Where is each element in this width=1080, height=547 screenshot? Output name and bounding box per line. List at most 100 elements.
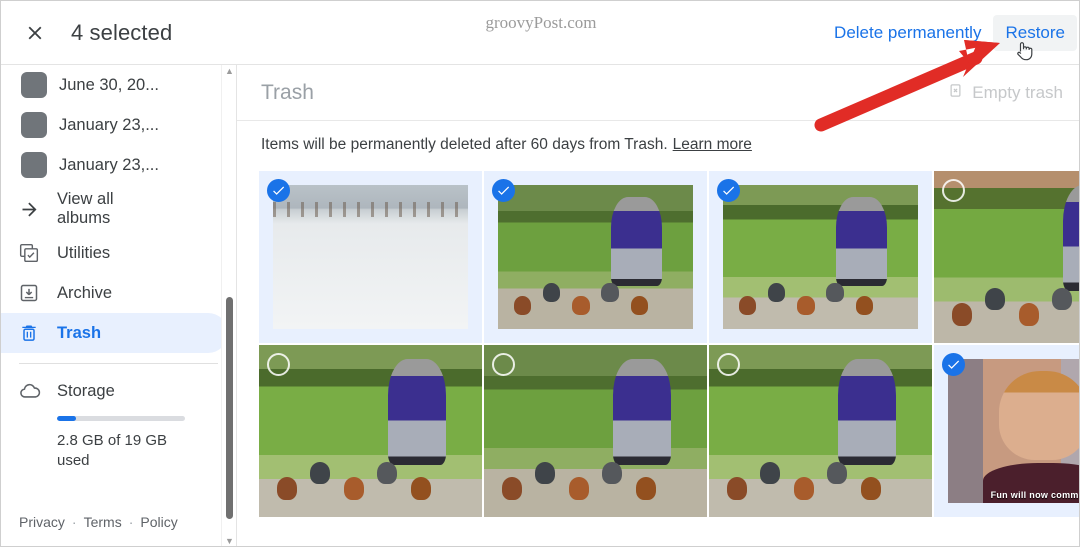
chicken-figure — [602, 461, 623, 485]
chicken-figure — [738, 295, 757, 315]
circle-unselected-icon[interactable] — [492, 353, 515, 376]
sidebar-item-label: Trash — [57, 323, 102, 342]
sidebar-item-trash[interactable]: Trash — [1, 313, 228, 353]
circle-unselected-icon[interactable] — [942, 179, 965, 202]
footer-separator: · — [128, 514, 134, 530]
photo-tile-woman-feeding-chickens-4[interactable] — [259, 345, 482, 517]
chicken-figure — [501, 477, 522, 500]
photo-tile-tv-show-meme-photo[interactable]: Fun will now commence — [934, 345, 1079, 517]
checkmark-selected-icon[interactable] — [492, 179, 515, 202]
checkmark-selected-icon[interactable] — [267, 179, 290, 202]
chicken-figure — [630, 295, 649, 315]
chicken-figure — [855, 295, 874, 315]
sidebar-item-archive[interactable]: Archive — [1, 273, 228, 313]
sidebar-scrollbar-thumb[interactable] — [226, 297, 233, 519]
storage-label: Storage — [57, 381, 115, 400]
sidebar-album-label: January 23,... — [59, 155, 159, 174]
sidebar-item-utilities[interactable]: Utilities — [1, 233, 228, 273]
cloud-icon — [19, 380, 57, 402]
sidebar-divider — [19, 363, 218, 364]
photo-tile-woman-feeding-chickens-5[interactable] — [484, 345, 707, 517]
chicken-figure — [535, 461, 556, 485]
photo-tile-woman-feeding-chickens-1[interactable] — [484, 171, 707, 343]
privacy-link[interactable]: Privacy — [19, 514, 65, 530]
chicken-figure — [343, 477, 364, 500]
photo-thumbnail: Fun will now commence — [948, 359, 1079, 503]
checkmark-selected-icon[interactable] — [942, 353, 965, 376]
empty-trash-label: Empty trash — [972, 82, 1063, 102]
sidebar-album-1[interactable]: January 23,... — [1, 105, 236, 145]
sidebar-footer-links: Privacy · Terms · Policy — [19, 514, 178, 530]
selection-toolbar: 4 selected groovyPost.com Delete permane… — [1, 1, 1079, 65]
sidebar-album-label: January 23,... — [59, 115, 159, 134]
sidebar-album-0[interactable]: June 30, 20... — [1, 65, 236, 105]
chicken-figure — [793, 477, 814, 500]
chicken-figure — [985, 287, 1006, 311]
chicken-figure — [797, 295, 815, 315]
album-thumbnail-icon — [21, 112, 47, 138]
storage-progress-fill — [57, 416, 77, 421]
scroll-down-icon[interactable]: ▼ — [225, 537, 234, 546]
empty-trash-icon — [948, 82, 963, 104]
chicken-figure — [410, 477, 431, 500]
chicken-figure — [767, 282, 786, 302]
photo-tile-woman-feeding-chickens-2[interactable] — [709, 171, 932, 343]
main-content: Trash Empty trash Items will be permanen… — [237, 65, 1079, 546]
left-sidebar: June 30, 20... January 23,... January 23… — [1, 65, 237, 546]
photo-thumbnail — [498, 185, 693, 329]
scroll-up-icon[interactable]: ▲ — [225, 67, 234, 76]
delete-permanently-button[interactable]: Delete permanently — [822, 15, 993, 51]
chicken-figure — [276, 477, 297, 500]
chicken-figure — [635, 477, 656, 500]
person-figure — [836, 196, 887, 286]
album-thumbnail-icon — [21, 152, 47, 178]
storage-header[interactable]: Storage — [19, 374, 236, 408]
meme-face — [998, 370, 1079, 460]
chicken-figure — [760, 461, 781, 485]
policy-link[interactable]: Policy — [140, 514, 177, 530]
person-figure — [388, 358, 447, 466]
photo-thumbnail — [259, 345, 482, 517]
chicken-figure — [377, 461, 398, 485]
chicken-figure — [827, 461, 848, 485]
trash-icon — [19, 323, 57, 343]
meme-caption: Fun will now commence — [990, 490, 1079, 500]
sidebar-item-label: Archive — [57, 283, 113, 302]
learn-more-link[interactable]: Learn more — [673, 136, 752, 154]
person-figure — [611, 196, 662, 286]
close-selection-button[interactable] — [13, 11, 57, 55]
photo-tile-snowy-field-photo[interactable] — [259, 171, 482, 343]
storage-usage-text: 2.8 GB of 19 GB used — [57, 432, 168, 470]
chicken-figure — [601, 282, 619, 302]
trash-header: Trash Empty trash — [237, 65, 1079, 121]
photo-tile-woman-feeding-chickens-6[interactable] — [709, 345, 932, 517]
circle-unselected-icon[interactable] — [717, 353, 740, 376]
chicken-figure — [1052, 287, 1073, 311]
close-icon — [24, 22, 46, 44]
person-figure — [613, 358, 672, 466]
chicken-figure — [1018, 303, 1039, 326]
restore-button[interactable]: Restore — [993, 15, 1077, 51]
sidebar-item-view-all-albums[interactable]: View all albums — [1, 185, 236, 233]
photo-grid: Fun will now commence — [259, 171, 1079, 517]
footer-separator: · — [71, 514, 77, 530]
terms-link[interactable]: Terms — [84, 514, 122, 530]
empty-trash-button[interactable]: Empty trash — [948, 82, 1063, 104]
selected-count-label: 4 selected — [71, 19, 173, 45]
photo-tile-woman-feeding-chickens-3[interactable] — [934, 171, 1079, 343]
sidebar-album-2[interactable]: January 23,... — [1, 145, 236, 185]
photo-thumbnail — [709, 345, 932, 517]
arrow-right-icon — [19, 199, 57, 220]
chicken-figure — [572, 295, 590, 315]
chicken-figure — [951, 303, 972, 326]
sidebar-album-label: June 30, 20... — [59, 75, 159, 94]
photo-thumbnail — [484, 345, 707, 517]
sidebar-scrollbar[interactable]: ▲ ▼ — [221, 65, 236, 546]
retention-notice-text: Items will be permanently deleted after … — [261, 136, 668, 153]
photo-thumbnail — [723, 185, 918, 329]
checkmark-selected-icon[interactable] — [717, 179, 740, 202]
circle-unselected-icon[interactable] — [267, 353, 290, 376]
chicken-figure — [826, 282, 844, 302]
chicken-figure — [726, 477, 747, 500]
storage-section: Storage 2.8 GB of 19 GB used — [1, 374, 236, 472]
